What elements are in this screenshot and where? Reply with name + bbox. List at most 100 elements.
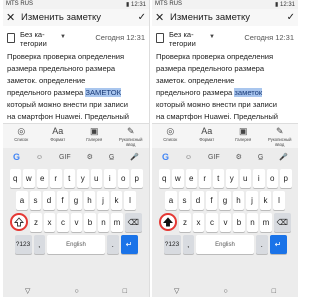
key[interactable]: n	[246, 213, 259, 232]
key[interactable]: t	[63, 169, 75, 188]
selected-text[interactable]: ЗАМЕТОК	[85, 88, 122, 97]
key[interactable]: c	[57, 213, 69, 232]
space-key[interactable]: English	[47, 235, 105, 254]
backspace-key[interactable]: ⌫	[273, 213, 291, 232]
key[interactable]: p	[280, 169, 292, 188]
selected-text[interactable]: заметок	[234, 88, 263, 97]
key[interactable]: m	[111, 213, 123, 232]
key[interactable]: k	[259, 191, 272, 210]
handwriting-button[interactable]: ✎ Рукописный ввод	[117, 126, 145, 148]
key[interactable]: j	[246, 191, 258, 210]
key[interactable]: z	[30, 213, 42, 232]
key[interactable]: d	[192, 191, 204, 210]
gallery-button[interactable]: ▣ Галерея	[80, 126, 108, 148]
key[interactable]: c	[206, 213, 218, 232]
chevron-down-icon[interactable]: ▼	[209, 34, 215, 40]
key[interactable]: m	[260, 213, 272, 232]
format-button[interactable]: Aa Формат	[193, 126, 221, 148]
nav-back-icon[interactable]: ▽	[174, 287, 179, 295]
comma-key[interactable]: ,	[33, 235, 45, 254]
shift-key[interactable]	[159, 213, 178, 231]
nav-recents-icon[interactable]: □	[123, 288, 127, 295]
mic-icon[interactable]: 🎤	[130, 153, 139, 161]
key[interactable]: u	[239, 169, 251, 188]
key[interactable]: y	[77, 169, 89, 188]
category-select[interactable]: Без ка- тегории	[169, 30, 209, 48]
key[interactable]: b	[233, 213, 245, 232]
key[interactable]: y	[226, 169, 238, 188]
key[interactable]: i	[104, 169, 116, 188]
key[interactable]: o	[117, 169, 129, 188]
key[interactable]: x	[43, 213, 56, 232]
shift-key[interactable]	[10, 213, 29, 231]
settings-icon[interactable]: ⚙	[236, 153, 242, 161]
save-check-icon[interactable]: ✓	[138, 12, 146, 23]
key[interactable]: q	[158, 169, 170, 188]
key[interactable]: f	[205, 191, 218, 210]
key[interactable]: e	[36, 169, 48, 188]
key[interactable]: x	[192, 213, 205, 232]
key[interactable]: d	[43, 191, 55, 210]
key[interactable]: n	[97, 213, 110, 232]
key[interactable]: r	[199, 169, 211, 188]
chevron-down-icon[interactable]: ▼	[60, 34, 66, 40]
key[interactable]: e	[185, 169, 197, 188]
key[interactable]: w	[23, 169, 35, 188]
category-select[interactable]: Без ка- тегории	[20, 30, 60, 48]
space-key[interactable]: English	[196, 235, 254, 254]
checklist-button[interactable]: ◎ Список	[156, 126, 184, 148]
key[interactable]: o	[266, 169, 278, 188]
key[interactable]: b	[84, 213, 96, 232]
google-icon[interactable]: G	[13, 152, 20, 162]
nav-back-icon[interactable]: ▽	[25, 287, 30, 295]
gif-button[interactable]: GIF	[59, 154, 71, 161]
numbers-key[interactable]: ?123	[163, 235, 181, 254]
format-button[interactable]: Aa Формат	[44, 126, 72, 148]
key[interactable]: z	[179, 213, 191, 232]
key[interactable]: a	[16, 191, 28, 210]
key[interactable]: s	[29, 191, 42, 210]
key[interactable]: r	[50, 169, 62, 188]
key[interactable]: q	[9, 169, 21, 188]
period-key[interactable]: .	[256, 235, 268, 254]
period-key[interactable]: .	[107, 235, 119, 254]
key[interactable]: k	[110, 191, 123, 210]
checklist-button[interactable]: ◎ Список	[7, 126, 35, 148]
key[interactable]: l	[124, 191, 136, 210]
key[interactable]: t	[212, 169, 224, 188]
key[interactable]: h	[83, 191, 96, 210]
note-body[interactable]: Проверка проверка определения размера пр…	[156, 51, 296, 122]
key[interactable]: w	[172, 169, 184, 188]
note-body[interactable]: Проверка проверка определения размера пр…	[7, 51, 147, 122]
key[interactable]: v	[70, 213, 83, 232]
key[interactable]: i	[253, 169, 265, 188]
emoji-icon[interactable]: ☺	[36, 154, 43, 161]
translate-icon[interactable]: G̲	[109, 154, 114, 161]
key[interactable]: a	[165, 191, 177, 210]
close-icon[interactable]: ✕	[155, 11, 167, 24]
gif-button[interactable]: GIF	[208, 154, 220, 161]
settings-icon[interactable]: ⚙	[87, 153, 93, 161]
nav-recents-icon[interactable]: □	[272, 288, 276, 295]
comma-key[interactable]: ,	[182, 235, 194, 254]
key[interactable]: l	[273, 191, 285, 210]
enter-key[interactable]: ↵	[120, 235, 138, 254]
google-icon[interactable]: G	[162, 152, 169, 162]
handwriting-button[interactable]: ✎ Рукописный ввод	[266, 126, 294, 148]
numbers-key[interactable]: ?123	[14, 235, 32, 254]
key[interactable]: g	[219, 191, 231, 210]
nav-home-icon[interactable]: ○	[74, 288, 78, 295]
translate-icon[interactable]: G̲	[258, 154, 263, 161]
key[interactable]: s	[178, 191, 191, 210]
save-check-icon[interactable]: ✓	[287, 12, 295, 23]
key[interactable]: j	[97, 191, 109, 210]
gallery-button[interactable]: ▣ Галерея	[229, 126, 257, 148]
emoji-icon[interactable]: ☺	[185, 154, 192, 161]
backspace-key[interactable]: ⌫	[124, 213, 142, 232]
key[interactable]: g	[70, 191, 82, 210]
mic-icon[interactable]: 🎤	[279, 153, 288, 161]
close-icon[interactable]: ✕	[6, 11, 18, 24]
nav-home-icon[interactable]: ○	[223, 288, 227, 295]
key[interactable]: p	[131, 169, 143, 188]
enter-key[interactable]: ↵	[269, 235, 287, 254]
